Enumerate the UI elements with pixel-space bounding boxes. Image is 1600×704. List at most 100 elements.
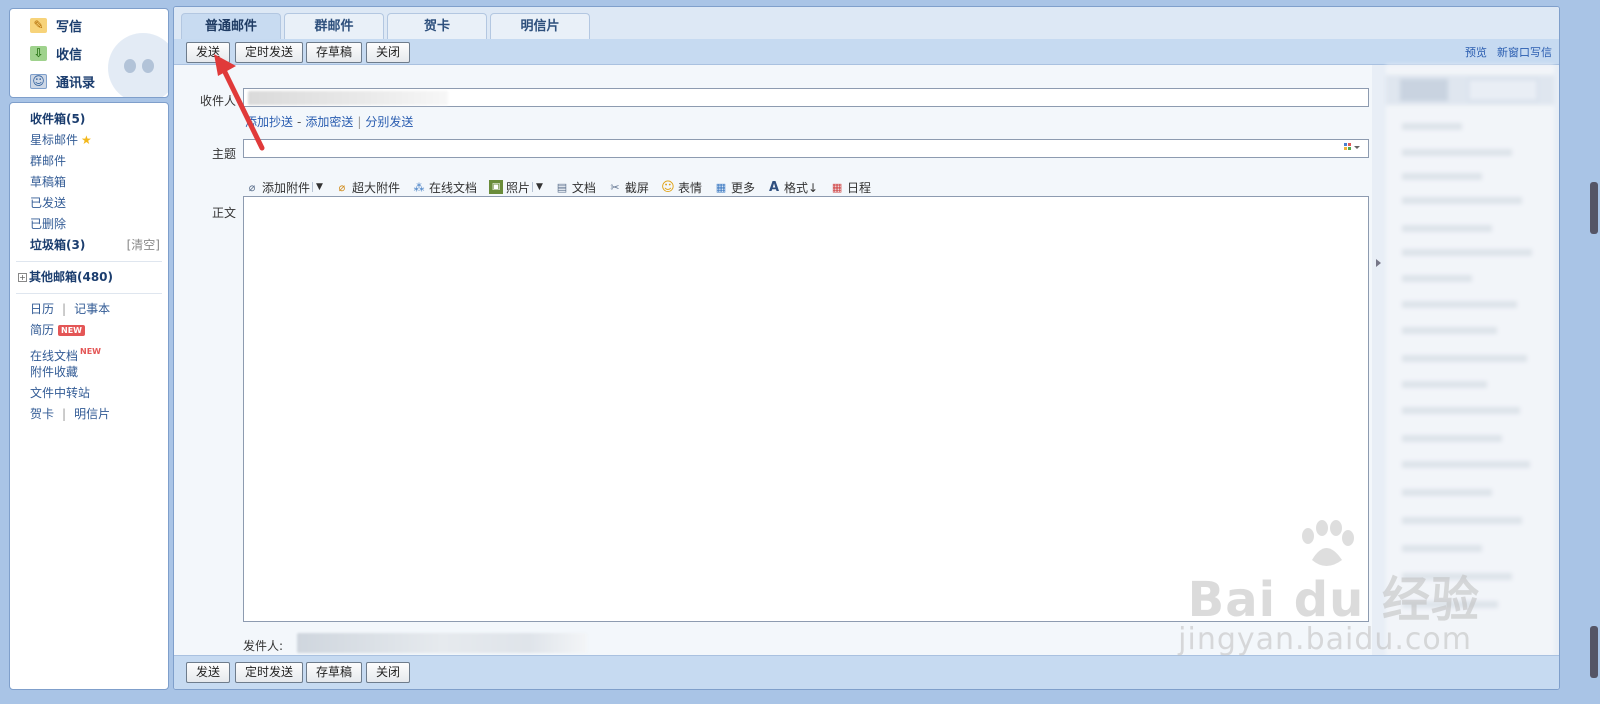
separate-send-link[interactable]: 分别发送 bbox=[365, 115, 413, 129]
schedule-label: 日程 bbox=[847, 180, 872, 195]
sidebar-item-label: 群邮件 bbox=[30, 154, 67, 168]
bottom-toolbar: 发送 定时发送 存草稿 关闭 bbox=[174, 655, 1559, 689]
add-attachment-button[interactable]: ⌀ 添加附件 ▼ bbox=[245, 179, 323, 196]
compose-link[interactable]: ✎ 写信 bbox=[10, 11, 168, 39]
sidebar-item-inbox[interactable]: 收件箱(5) bbox=[10, 109, 168, 130]
online-docs-link[interactable]: 在线文档 NEW bbox=[10, 341, 168, 363]
scroll-thumb[interactable] bbox=[1590, 626, 1598, 678]
format-toolbar: ⌀ 添加附件 ▼ ⌀ 超大附件 ⁂ 在线文档 ▣ 照片 ▼ ▤ 文档 ✂ 截屏 ☺ 表情 ▦ 更多 … bbox=[245, 177, 883, 197]
sidebar-tools-row-1: 日历 | 记事本 bbox=[10, 299, 168, 320]
redacted-sender-select[interactable] bbox=[297, 633, 587, 653]
add-bcc-link[interactable]: 添加密送 bbox=[305, 115, 353, 129]
calendar-link[interactable]: 日历 bbox=[30, 302, 54, 316]
photo-label: 照片 bbox=[505, 180, 530, 195]
scissors-icon: ✂ bbox=[610, 180, 620, 194]
separator: - bbox=[297, 115, 302, 129]
body-label: 正文 bbox=[212, 206, 237, 220]
photo-icon: ▣ bbox=[488, 180, 503, 194]
contacts-link[interactable]: ☺ 通讯录 bbox=[10, 67, 168, 95]
new-badge: NEW bbox=[58, 325, 85, 336]
large-attachment-button[interactable]: ⌀ 超大附件 bbox=[335, 179, 400, 196]
tab-group-mail[interactable]: 群邮件 bbox=[284, 13, 384, 39]
save-draft-button[interactable]: 存草稿 bbox=[306, 42, 363, 63]
greeting-card-link[interactable]: 贺卡 bbox=[30, 407, 54, 421]
sidebar-item-drafts[interactable]: 草稿箱 bbox=[10, 172, 168, 193]
attachment-favorites-link[interactable]: 附件收藏 bbox=[10, 362, 168, 383]
tab-greeting-card[interactable]: 贺卡 bbox=[387, 13, 487, 39]
scroll-thumb[interactable] bbox=[1590, 182, 1598, 234]
body-editor[interactable] bbox=[243, 196, 1369, 622]
divider bbox=[16, 293, 162, 294]
font-a-icon: A bbox=[768, 179, 779, 195]
sidebar-item-label: 附件收藏 bbox=[30, 365, 79, 379]
new-window-compose-link[interactable]: 新窗口写信 bbox=[1497, 44, 1552, 60]
star-icon: ★ bbox=[81, 133, 92, 147]
separator: | bbox=[62, 407, 67, 421]
format-button[interactable]: A 格式↓ bbox=[767, 179, 818, 196]
online-doc-button[interactable]: ⁂ 在线文档 bbox=[412, 179, 477, 196]
subject-field[interactable] bbox=[243, 139, 1369, 158]
sidebar-item-group-mail[interactable]: 群邮件 bbox=[10, 151, 168, 172]
clear-spam-link[interactable]: [清空] bbox=[127, 235, 160, 256]
document-label: 文档 bbox=[571, 180, 596, 195]
receive-link[interactable]: ⇩ 收信 bbox=[10, 39, 168, 67]
expand-icon[interactable]: + bbox=[18, 273, 27, 282]
top-toolbar: 发送 定时发送 存草稿 关闭 预览 新窗口写信 bbox=[174, 39, 1559, 65]
subject-label: 主题 bbox=[212, 147, 237, 161]
sidebar-item-label: 在线文档 bbox=[30, 349, 79, 363]
pencil-icon: ✎ bbox=[30, 17, 47, 33]
sidebar-item-label: 垃圾箱(3) bbox=[30, 238, 86, 252]
sidebar-item-other-mailboxes[interactable]: + 其他邮箱(480) bbox=[10, 267, 168, 288]
recipient-field[interactable] bbox=[243, 88, 1369, 107]
chevron-down-icon[interactable]: ▼ bbox=[531, 182, 543, 192]
scheduled-send-button-bottom[interactable]: 定时发送 bbox=[235, 662, 304, 683]
sidebar-item-label: 已发送 bbox=[30, 196, 67, 210]
sidebar-item-label: 其他邮箱(480) bbox=[29, 270, 114, 284]
quick-actions-panel: ✎ 写信 ⇩ 收信 ☺ 通讯录 bbox=[9, 8, 169, 98]
sidebar-item-label: 收件箱(5) bbox=[30, 112, 86, 126]
sidebar-item-spam[interactable]: 垃圾箱(3) [清空] bbox=[10, 235, 168, 256]
sidebar-item-sent[interactable]: 已发送 bbox=[10, 193, 168, 214]
send-button-bottom[interactable]: 发送 bbox=[186, 662, 231, 683]
address-book-icon: ☺ bbox=[30, 73, 47, 89]
resume-link[interactable]: 简历 NEW bbox=[10, 320, 168, 341]
page-scrollbar[interactable] bbox=[1590, 0, 1598, 704]
redacted-recipient bbox=[248, 91, 448, 105]
calendar-icon: ▦ bbox=[831, 180, 843, 194]
online-doc-label: 在线文档 bbox=[428, 180, 477, 195]
screenshot-label: 截屏 bbox=[624, 180, 649, 195]
save-draft-button-bottom[interactable]: 存草稿 bbox=[306, 662, 363, 683]
expand-right-panel-icon[interactable] bbox=[1376, 259, 1381, 267]
preview-link[interactable]: 预览 bbox=[1465, 44, 1487, 60]
grid-icon: ▦ bbox=[715, 180, 727, 194]
sidebar-item-deleted[interactable]: 已删除 bbox=[10, 214, 168, 235]
postcard-link[interactable]: 明信片 bbox=[74, 407, 110, 421]
add-cc-link[interactable]: 添加抄送 bbox=[245, 115, 293, 129]
screenshot-button[interactable]: ✂ 截屏 bbox=[608, 179, 649, 196]
sidebar-item-starred[interactable]: 星标邮件 ★ bbox=[10, 130, 168, 151]
scheduled-send-button[interactable]: 定时发送 bbox=[235, 42, 304, 63]
more-button[interactable]: ▦ 更多 bbox=[714, 179, 755, 196]
document-button[interactable]: ▤ 文档 bbox=[555, 179, 596, 196]
tab-postcard[interactable]: 明信片 bbox=[490, 13, 590, 39]
receive-label: 收信 bbox=[56, 47, 83, 63]
send-button[interactable]: 发送 bbox=[186, 42, 231, 63]
document-icon: ▤ bbox=[556, 180, 568, 194]
notebook-link[interactable]: 记事本 bbox=[74, 302, 110, 316]
chevron-down-icon[interactable]: ▼ bbox=[312, 182, 323, 192]
sidebar-item-label: 已删除 bbox=[30, 217, 67, 231]
close-button-bottom[interactable]: 关闭 bbox=[366, 662, 411, 683]
emoji-button[interactable]: ☺ 表情 bbox=[661, 179, 702, 196]
right-side-panel bbox=[1372, 65, 1559, 657]
photo-button[interactable]: ▣ 照片 ▼ bbox=[488, 179, 543, 196]
file-transfer-link[interactable]: 文件中转站 bbox=[10, 383, 168, 404]
compose-panel: 普通邮件 群邮件 贺卡 明信片 发送 定时发送 存草稿 关闭 预览 新窗口写信 … bbox=[173, 6, 1560, 690]
new-badge: NEW bbox=[80, 347, 101, 356]
paperclip-large-icon: ⌀ bbox=[338, 180, 346, 194]
format-label: 格式↓ bbox=[783, 180, 819, 195]
schedule-button[interactable]: ▦ 日程 bbox=[830, 179, 871, 196]
tab-normal-mail[interactable]: 普通邮件 bbox=[181, 13, 281, 39]
subject-format-grid-icon[interactable] bbox=[1344, 143, 1360, 153]
recipient-label: 收件人 bbox=[200, 94, 237, 108]
close-button[interactable]: 关闭 bbox=[366, 42, 411, 63]
